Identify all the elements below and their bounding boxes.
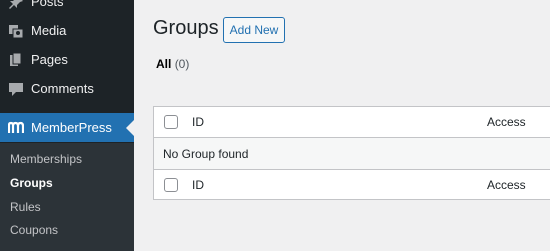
- sidebar-item-label: Pages: [31, 52, 68, 67]
- page-title: Groups: [153, 17, 219, 39]
- submenu-item-coupons[interactable]: Coupons: [10, 223, 58, 237]
- groups-table: ID Access No Group found ID Access: [153, 106, 550, 200]
- sidebar-item-label: Posts: [31, 0, 64, 9]
- table-row: No Group found: [154, 138, 550, 169]
- table-header-row: ID Access: [154, 107, 550, 138]
- sidebar-item-media[interactable]: Media: [0, 16, 134, 45]
- no-items-message: No Group found: [163, 146, 249, 161]
- sidebar-item-memberpress[interactable]: MemberPress: [0, 113, 134, 142]
- pushpin-icon: [8, 0, 24, 10]
- media-icon: [8, 23, 24, 39]
- memberpress-icon: [8, 120, 24, 136]
- select-all-checkbox-footer[interactable]: [164, 178, 178, 192]
- column-footer-id[interactable]: ID: [192, 178, 204, 192]
- column-header-access[interactable]: Access: [487, 115, 526, 129]
- pages-icon: [8, 52, 24, 68]
- table-footer-row: ID Access: [154, 169, 550, 200]
- submenu-item-memberships[interactable]: Memberships: [10, 152, 82, 166]
- sidebar-item-posts[interactable]: Posts: [0, 0, 134, 16]
- memberpress-submenu: Memberships Groups Rules Coupons: [0, 143, 134, 251]
- add-new-button[interactable]: Add New: [223, 17, 285, 43]
- view-all-count: (0): [174, 57, 190, 71]
- select-all-checkbox[interactable]: [164, 115, 178, 129]
- sidebar-item-label: MemberPress: [31, 120, 112, 135]
- submenu-item-rules[interactable]: Rules: [10, 200, 41, 214]
- column-footer-access[interactable]: Access: [487, 178, 526, 192]
- comments-icon: [8, 81, 24, 97]
- submenu-item-groups[interactable]: Groups: [10, 176, 53, 190]
- sidebar-item-label: Media: [31, 23, 67, 38]
- admin-sidebar: Posts Media Pages Comments MemberPress M…: [0, 0, 134, 251]
- column-header-id[interactable]: ID: [192, 115, 204, 129]
- view-all-link[interactable]: All: [156, 57, 171, 71]
- sidebar-item-comments[interactable]: Comments: [0, 74, 134, 103]
- sidebar-item-label: Comments: [31, 81, 94, 96]
- active-menu-arrow: [126, 119, 134, 136]
- view-filters: All (0): [156, 57, 189, 71]
- sidebar-item-pages[interactable]: Pages: [0, 45, 134, 74]
